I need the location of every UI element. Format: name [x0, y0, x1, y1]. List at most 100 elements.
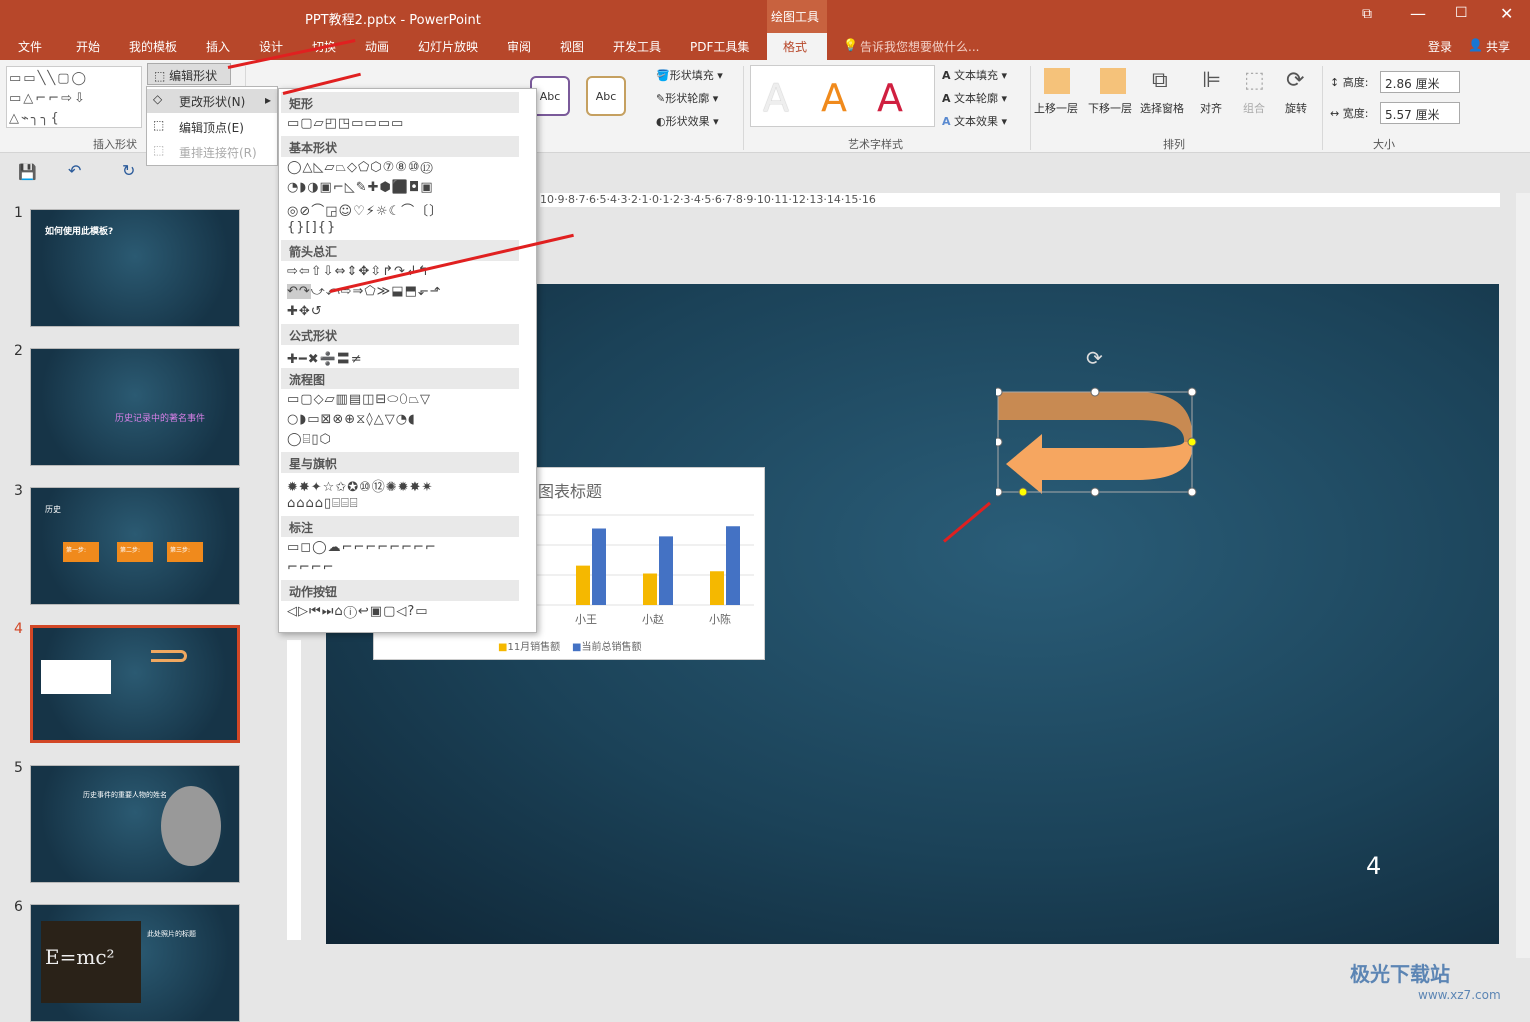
basic-shapes-row[interactable]: ◎⊘⌒◲☺♡⚡☼☾⌒〔〕 [287, 200, 443, 219]
legend-item-2: ■当前总销售额 [572, 638, 641, 653]
legend-item-1: ■11月销售额 [498, 638, 560, 653]
wordart-style-red[interactable]: A [877, 76, 903, 120]
shape-style-abc[interactable]: Abc [586, 76, 626, 116]
block-arrows-row[interactable]: ↶↷⤻⤺⇨⇒⬠≫⬓⬒⬐⬏ [287, 284, 442, 299]
send-backward-button[interactable]: 下移一层 [1088, 100, 1132, 116]
slide-thumb-4[interactable] [30, 625, 240, 743]
slide-number: 4 [14, 621, 23, 637]
slide-thumb-6[interactable]: E=mc² 此处照片的标题 [30, 904, 240, 1022]
shape-fill-button[interactable]: 🪣形状填充 ▾ [656, 67, 723, 83]
tab-review[interactable]: 审阅 [507, 38, 531, 55]
tell-me-box[interactable]: 告诉我您想要做什么... [860, 38, 979, 55]
undo-icon[interactable]: ↶ [68, 161, 81, 180]
category-basic-shapes: 基本形状 [281, 136, 519, 157]
rotate-handle-icon[interactable]: ⟳ [1086, 346, 1103, 370]
width-icon: ↔ [1330, 107, 1340, 120]
slide-thumb-3[interactable]: 历史 第一步: 第二步: 第三步: [30, 487, 240, 605]
edit-shape-button[interactable]: ⬚ 编辑形状 ▾ [147, 63, 231, 98]
u-turn-arrow-option[interactable]: ↶↷ [287, 284, 311, 299]
u-turn-arrow-shape[interactable] [996, 384, 1206, 504]
minimize-icon[interactable]: — [1410, 4, 1426, 23]
align-button[interactable]: 对齐 [1200, 100, 1222, 116]
shapes-gallery-mini[interactable]: ▭▭╲╲▢◯ ▭△⌐⌐⇨⇩ △⌁╮╮{ [6, 66, 142, 128]
equation-shapes-row[interactable]: ✚━✖➗〓≠ [287, 348, 363, 367]
flowchart-row[interactable]: ◯⌸▯⬡ [287, 432, 332, 447]
watermark-site: 极光下载站 [1350, 962, 1450, 986]
flowchart-row[interactable]: ▭▢◇▱▥▤◫⊟⬭⬯⏢▽ [287, 392, 431, 407]
save-icon[interactable]: 💾 [18, 163, 37, 181]
tab-pdf-tools[interactable]: PDF工具集 [690, 38, 749, 55]
slide-thumb-2[interactable]: 历史记录中的著名事件 [30, 348, 240, 466]
wordart-style-white[interactable]: A [763, 76, 789, 120]
rotate-icon: ⟳ [1286, 68, 1305, 93]
height-input[interactable]: 2.86 厘米 [1380, 71, 1460, 93]
tab-animations[interactable]: 动画 [365, 38, 389, 55]
selection-pane-icon: ⧉ [1152, 68, 1168, 93]
stars-row[interactable]: ✹✸✦☆✩✪⑩⑫✺✹✸✷ [287, 476, 433, 495]
text-fill-label: 文本填充 [954, 69, 999, 82]
bring-forward-button[interactable]: 上移一层 [1034, 100, 1078, 116]
selection-pane-button[interactable]: 选择窗格 [1140, 100, 1184, 116]
rotate-button[interactable]: 旋转 [1285, 100, 1307, 116]
shape-effect-button[interactable]: ◐形状效果 ▾ [656, 113, 719, 129]
action-buttons-row[interactable]: ◁▷⏮⏭⌂ⓘ↩▣▢◁?▭ [287, 604, 429, 619]
edit-shape-label: 编辑形状 [169, 69, 218, 83]
tab-home[interactable]: 开始 [76, 38, 100, 55]
banners-row[interactable]: ⌂⌂⌂⌂▯⌸⌸⌸ [287, 496, 359, 511]
callouts-row[interactable]: ▭◻◯☁⌐⌐⌐⌐⌐⌐⌐⌐ [287, 540, 437, 555]
context-tab-label: 绘图工具 [767, 0, 827, 33]
tab-slideshow[interactable]: 幻灯片放映 [418, 38, 478, 55]
category-label: 小陈 [709, 612, 731, 626]
bar-1-1 [659, 536, 673, 605]
text-effect-button[interactable]: A 文本效果 ▾ [942, 113, 1007, 129]
tab-file[interactable]: 文件 [18, 38, 42, 55]
shape-outline-label: 形状轮廓 [665, 92, 710, 105]
change-shape-label: 更改形状(N) [179, 95, 246, 109]
redo-icon[interactable]: ↻ [122, 161, 135, 180]
callouts-row[interactable]: ⌐⌐⌐⌐ [287, 560, 335, 575]
bar-2-0 [710, 571, 724, 605]
step-box: 第三步: [167, 542, 203, 562]
edit-points-item[interactable]: ⬚ 编辑顶点(E) [147, 115, 277, 139]
group-button[interactable]: 组合 [1243, 100, 1265, 116]
tab-developer[interactable]: 开发工具 [613, 38, 661, 55]
height-label: ↕ 高度: [1330, 74, 1368, 90]
close-icon[interactable]: ✕ [1500, 4, 1513, 23]
text-outline-button[interactable]: A 文本轮廓 ▾ [942, 90, 1007, 106]
wordart-style-orange[interactable]: A [821, 76, 847, 120]
tab-insert[interactable]: 插入 [206, 38, 230, 55]
change-shape-item[interactable]: ◇ 更改形状(N) ▸ [147, 89, 277, 113]
basic-shapes-row[interactable]: ◔◗◑▣⌐◺✎✚⬢⬛◘▣ [287, 180, 434, 195]
vertical-scrollbar[interactable] [1516, 193, 1530, 958]
text-outline-label: 文本轮廓 [954, 92, 999, 105]
tab-design[interactable]: 设计 [259, 38, 283, 55]
wordart-gallery[interactable]: A A A [750, 65, 935, 127]
basic-shapes-row[interactable]: ◯△◺▱⏢◇⬠⬡⑦⑧⑩⑫ [287, 160, 434, 175]
tab-format[interactable]: 格式 [767, 33, 827, 60]
ribbon-tabs: 文件 开始 我的模板 插入 设计 切换 动画 幻灯片放映 审阅 视图 开发工具 … [0, 33, 1530, 60]
category-action-buttons: 动作按钮 [281, 580, 519, 601]
legend-label-2: 当前总销售额 [581, 642, 642, 653]
slide-thumb-5[interactable]: 历史事件的重要人物的姓名 [30, 765, 240, 883]
portrait-image [161, 786, 221, 866]
width-input[interactable]: 5.57 厘米 [1380, 102, 1460, 124]
flowchart-row[interactable]: ○◗▭⊠⊗⊕⧖◊△▽◔◖ [287, 412, 416, 427]
block-arrows-row[interactable]: ✚✥↺ [287, 304, 323, 319]
tab-view[interactable]: 视图 [560, 38, 584, 55]
slide-thumb-title: 如何使用此模板? [45, 227, 114, 237]
text-fill-button[interactable]: A 文本填充 ▾ [942, 67, 1007, 83]
category-label: 小赵 [642, 612, 664, 626]
restore-ribbon-icon[interactable]: ⧉ [1362, 6, 1372, 22]
slide-page-number: 4 [1366, 852, 1382, 880]
share-button[interactable]: 共享 [1486, 38, 1510, 55]
rectangles-row[interactable]: ▭▢▱◰◳▭▭▭▭ [287, 116, 404, 131]
reroute-connectors-item[interactable]: ⬚ 重排连接符(R) [147, 140, 277, 164]
tab-my-templates[interactable]: 我的模板 [129, 38, 177, 55]
maximize-icon[interactable]: ☐ [1455, 5, 1468, 21]
basic-shapes-row[interactable]: {}[]{} [287, 220, 336, 235]
slide-number: 6 [14, 899, 23, 915]
wordart-group-label: 艺术字样式 [848, 138, 903, 151]
login-link[interactable]: 登录 [1428, 38, 1452, 55]
slide-thumb-1[interactable]: 如何使用此模板? [30, 209, 240, 327]
shape-outline-button[interactable]: ✎形状轮廓 ▾ [656, 90, 718, 106]
